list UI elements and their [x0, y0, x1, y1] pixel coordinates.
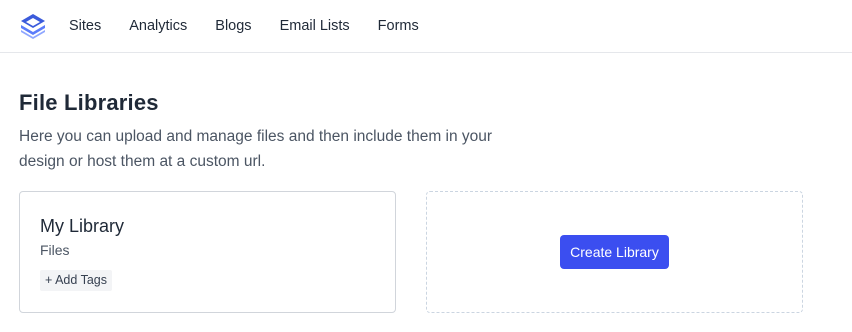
- create-library-card: Create Library: [426, 191, 803, 313]
- main-content: File Libraries Here you can upload and m…: [0, 53, 852, 313]
- create-library-button[interactable]: Create Library: [560, 235, 669, 269]
- add-tags-button[interactable]: + Add Tags: [40, 270, 112, 291]
- main-nav: Sites Analytics Blogs Email Lists Forms: [69, 16, 447, 36]
- library-subtitle: Files: [40, 242, 70, 258]
- library-name: My Library: [40, 216, 125, 236]
- nav-blogs[interactable]: Blogs: [215, 16, 251, 36]
- library-cards: My Library Files + Add Tags Create Libra…: [19, 191, 833, 313]
- top-navbar: Sites Analytics Blogs Email Lists Forms: [0, 0, 852, 53]
- layered-stack-logo-icon[interactable]: [18, 11, 48, 41]
- nav-email-lists[interactable]: Email Lists: [280, 16, 350, 36]
- nav-analytics[interactable]: Analytics: [129, 16, 187, 36]
- library-card[interactable]: My Library Files + Add Tags: [19, 191, 396, 313]
- page-title: File Libraries: [19, 90, 159, 115]
- nav-sites[interactable]: Sites: [69, 16, 101, 36]
- page-description: Here you can upload and manage files and…: [19, 128, 493, 170]
- nav-forms[interactable]: Forms: [378, 16, 419, 36]
